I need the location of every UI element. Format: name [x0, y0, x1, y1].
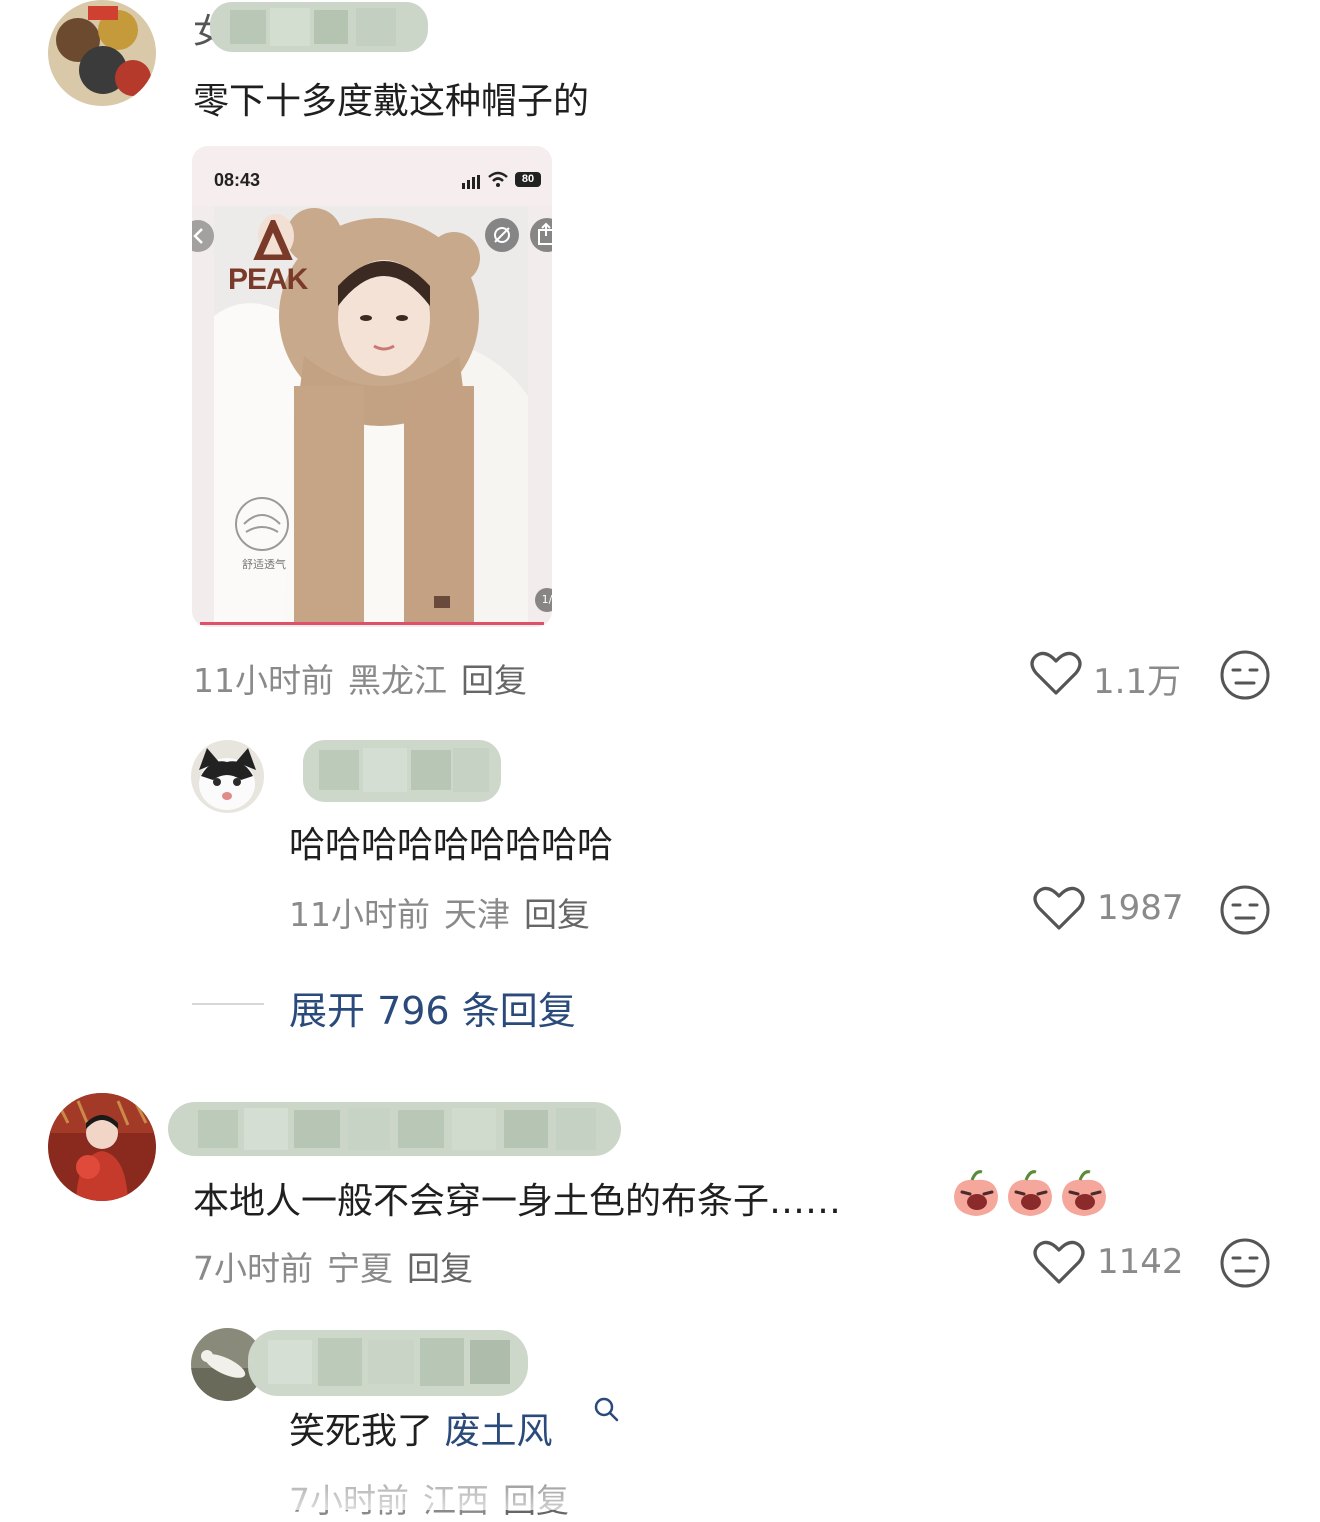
username-blur [210, 2, 428, 52]
expand-divider [192, 1003, 264, 1005]
reply-button[interactable]: 回复 [407, 1249, 473, 1288]
like-count: 1142 [1097, 1242, 1184, 1282]
like-icon[interactable] [1033, 1238, 1085, 1290]
reply-meta: 11小时前 天津 回复 [289, 888, 604, 936]
search-link[interactable]: 废土风 [444, 1411, 552, 1452]
comment-meta: 11小时前 黑龙江 回复 [193, 654, 541, 702]
battery-icon: 80 [515, 172, 541, 187]
reply-text-prefix: 笑死我了 [289, 1411, 434, 1452]
comment-text: 本地人一般不会穿一身土色的布条子…… [193, 1181, 842, 1222]
comment-image[interactable]: 08:43 80 PEAK 舒适透气 1/ [192, 146, 552, 627]
reply-time: 11小时前 [289, 895, 430, 934]
avatar[interactable] [48, 0, 156, 106]
badge-text: 舒适透气 [242, 558, 286, 571]
reply-button[interactable]: 回复 [461, 661, 527, 700]
product-photo: PEAK 舒适透气 [214, 206, 528, 624]
reply-text: 笑死我了 废土风 [289, 1402, 552, 1454]
status-time: 08:43 [214, 170, 261, 190]
like-icon[interactable] [1030, 649, 1082, 701]
bottom-fade [0, 1455, 1320, 1510]
comment-text: 零下十多度戴这种帽子的 [193, 81, 590, 122]
dislike-icon[interactable] [1219, 884, 1271, 940]
username-blur [248, 1330, 528, 1396]
crying-peach-emoji [950, 1168, 1002, 1224]
comment-location: 黑龙江 [348, 661, 447, 700]
comment-location: 宁夏 [327, 1249, 393, 1288]
comment-time: 11小时前 [193, 661, 334, 700]
reply-text: 哈哈哈哈哈哈哈哈哈 [289, 825, 614, 866]
like-count: 1987 [1097, 888, 1184, 928]
ai-scan-icon[interactable] [485, 218, 519, 252]
progress-line [200, 622, 544, 625]
back-icon[interactable] [192, 220, 214, 252]
reply-button[interactable]: 回复 [524, 895, 590, 934]
comment-time: 7小时前 [193, 1249, 313, 1288]
share-icon[interactable] [530, 218, 552, 252]
like-count: 1.1万 [1093, 662, 1182, 702]
dislike-icon[interactable] [1219, 649, 1271, 705]
search-icon[interactable] [593, 1396, 619, 1426]
avatar[interactable] [191, 740, 264, 813]
avatar[interactable] [48, 1093, 156, 1201]
crying-peach-emoji [1058, 1168, 1110, 1224]
username-blur [303, 740, 501, 802]
expand-replies-button[interactable]: 展开 796 条回复 [289, 980, 576, 1035]
brand-name: PEAK [228, 263, 308, 296]
like-icon[interactable] [1033, 884, 1085, 936]
signal-icon [462, 174, 484, 193]
status-bar: 08:43 80 [192, 146, 552, 206]
comment-meta: 7小时前 宁夏 回复 [193, 1242, 487, 1290]
wifi-icon [488, 171, 508, 191]
crying-peach-emoji [1004, 1168, 1056, 1224]
reply-location: 天津 [444, 895, 510, 934]
brand-logo: PEAK [228, 215, 318, 300]
page-indicator: 1/ [535, 588, 552, 612]
dislike-icon[interactable] [1219, 1237, 1271, 1293]
username-blur [168, 1102, 621, 1156]
